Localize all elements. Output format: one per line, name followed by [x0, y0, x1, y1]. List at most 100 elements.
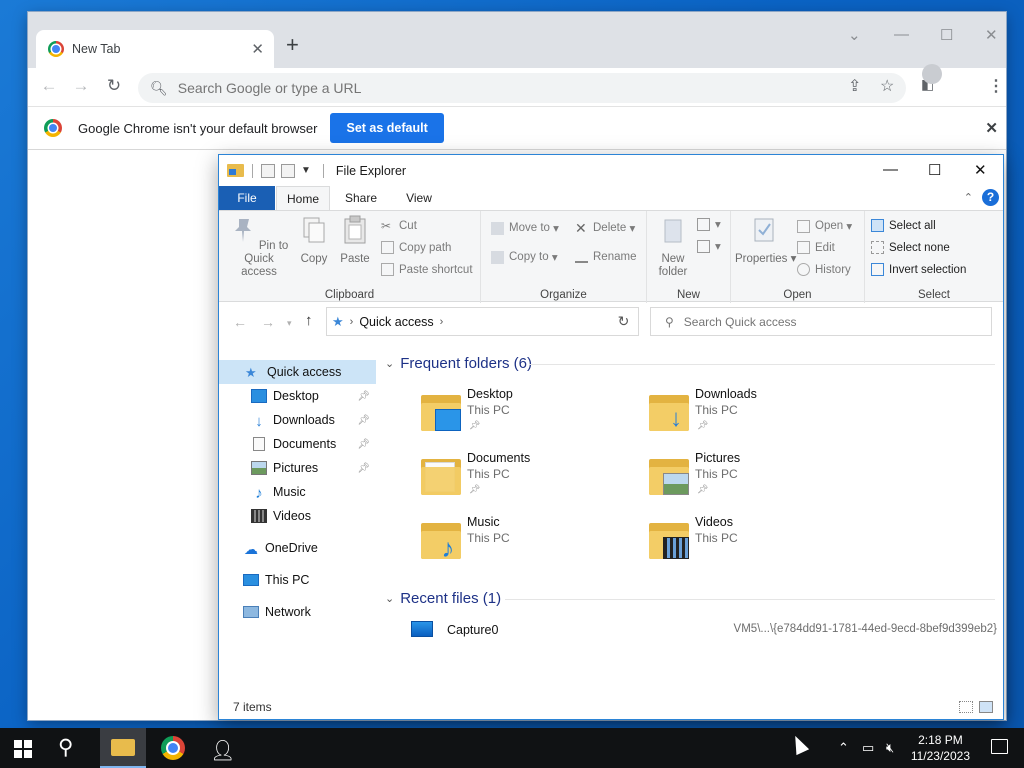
nav-item-pictures[interactable]: Pictures 📌︎: [219, 456, 376, 480]
new-tab-button[interactable]: +: [286, 34, 299, 56]
copy-path-button[interactable]: Copy path: [381, 241, 451, 254]
bookmark-star-icon[interactable]: ☆: [880, 76, 894, 96]
volume-muted-icon[interactable]: 🔇︎: [886, 740, 894, 756]
nav-item-this-pc[interactable]: This PC: [219, 568, 376, 592]
properties-button[interactable]: Properties ▾: [735, 215, 796, 266]
minimize-button[interactable]: —: [894, 26, 909, 43]
tab-home[interactable]: Home: [276, 186, 330, 210]
easy-access-button[interactable]: ▾: [697, 239, 721, 253]
reload-icon[interactable]: ↻: [103, 76, 125, 96]
notification-center-icon[interactable]: [991, 739, 1008, 754]
breadcrumb-quick-access[interactable]: Quick access: [359, 315, 433, 329]
search-icon[interactable]: ⚲: [58, 735, 73, 760]
nav-item-quick-access[interactable]: ★ Quick access: [219, 360, 376, 384]
qat-new-folder-icon[interactable]: [281, 163, 295, 178]
taskbar-chrome[interactable]: [150, 728, 196, 768]
nav-item-downloads[interactable]: ↓ Downloads 📌︎: [219, 408, 376, 432]
pin-to-quick-access-button[interactable]: Pin to Quick access: [225, 215, 293, 279]
chrome-tab-new-tab[interactable]: New Tab ✕: [36, 30, 274, 68]
close-window-button[interactable]: ✕: [985, 26, 998, 44]
back-arrow-icon[interactable]: ←: [38, 76, 60, 96]
recent-file-row[interactable]: Capture0 VM5\...\{e784dd91-1781-44ed-9ec…: [411, 619, 1001, 641]
omnibox[interactable]: 🔍︎: [138, 73, 906, 103]
show-hidden-icons-chevron-icon[interactable]: ⌃: [838, 740, 849, 756]
recent-locations-chevron-icon[interactable]: ▾: [287, 318, 292, 329]
recent-files-title: Recent files (1): [400, 590, 502, 607]
nav-item-music[interactable]: ♪ Music: [219, 480, 376, 504]
qat-customize-chevron-icon[interactable]: ▼: [301, 165, 311, 176]
profile-avatar-icon[interactable]: [922, 64, 942, 84]
network-tray-icon[interactable]: ▭: [862, 740, 874, 756]
search-box[interactable]: ⚲: [650, 307, 992, 336]
taskbar-clock[interactable]: 2:18 PM 11/23/2023: [911, 732, 970, 764]
select-none-icon: [871, 241, 884, 254]
recent-files-header[interactable]: ⌄ Recent files (1): [385, 590, 501, 607]
explorer-minimize-button[interactable]: —: [883, 161, 898, 178]
copy-path-label: Copy path: [399, 241, 452, 254]
taskbar-people-app[interactable]: 👤︎: [198, 728, 244, 768]
menu-kebab-icon[interactable]: ⋮: [988, 76, 1004, 96]
back-arrow-icon[interactable]: ←: [233, 314, 247, 330]
ribbon-collapse-chevron-icon[interactable]: ⌃: [964, 191, 973, 204]
details-view-icon[interactable]: [959, 701, 973, 713]
share-icon[interactable]: ⇪: [848, 76, 861, 96]
invert-selection-button[interactable]: Invert selection: [871, 263, 966, 276]
nav-item-documents[interactable]: Documents 📌︎: [219, 432, 376, 456]
frequent-folders-header[interactable]: ⌄ Frequent folders (6): [385, 355, 532, 372]
new-item-button[interactable]: ▾: [697, 217, 721, 231]
select-all-button[interactable]: Select all: [871, 219, 936, 232]
refresh-button[interactable]: ↻: [609, 307, 639, 336]
default-browser-infobar: Google Chrome isn't your default browser…: [28, 106, 1006, 150]
download-arrow-icon: ↓: [255, 413, 263, 430]
large-icons-view-icon[interactable]: [979, 701, 993, 713]
qat-properties-icon[interactable]: [261, 163, 275, 178]
nav-item-network[interactable]: Network: [219, 600, 376, 624]
paste-shortcut-button[interactable]: Paste shortcut: [381, 263, 473, 276]
paste-button[interactable]: Paste: [337, 215, 373, 266]
nav-item-videos[interactable]: Videos: [219, 504, 376, 528]
rename-button[interactable]: Rename: [575, 250, 636, 263]
select-none-button[interactable]: Select none: [871, 241, 950, 254]
breadcrumb-chevron-icon[interactable]: ›: [440, 316, 444, 328]
nav-item-onedrive[interactable]: ☁ OneDrive: [219, 536, 376, 560]
address-bar[interactable]: ★ › Quick access › ⌄: [326, 307, 636, 336]
forward-arrow-icon[interactable]: →: [70, 76, 92, 96]
up-arrow-icon[interactable]: ↑: [305, 312, 313, 329]
history-button[interactable]: History: [797, 263, 851, 276]
open-button[interactable]: Open ▾: [797, 219, 852, 233]
infobar-close-icon[interactable]: ✕: [985, 119, 998, 137]
omnibox-input[interactable]: [177, 80, 778, 96]
copy-button[interactable]: Copy: [297, 215, 331, 266]
new-folder-button[interactable]: New folder: [651, 215, 695, 279]
folder-tile-music[interactable]: ♪ Music This PC: [421, 515, 641, 571]
content-pane: ⌄ Frequent folders (6) Desktop This PC 📌…: [379, 351, 1003, 701]
delete-button[interactable]: ✕ Delete ▾: [575, 221, 635, 236]
copy-to-button[interactable]: Copy to ▾: [491, 250, 558, 264]
explorer-maximize-button[interactable]: ☐: [928, 161, 941, 179]
forward-arrow-icon[interactable]: →: [261, 314, 275, 330]
search-input[interactable]: [683, 314, 964, 329]
tab-file[interactable]: File: [219, 186, 275, 210]
frequent-folders-title: Frequent folders (6): [400, 355, 532, 372]
file-explorer-window: ▼ File Explorer — ☐ ✕ File Home Share Vi…: [218, 154, 1004, 720]
folder-tile-videos[interactable]: Videos This PC: [649, 515, 869, 571]
tab-share[interactable]: Share: [337, 186, 385, 210]
tab-search-chevron-icon[interactable]: ⌄: [848, 26, 861, 44]
nav-item-desktop[interactable]: Desktop 📌︎: [219, 384, 376, 408]
folder-tile-pictures[interactable]: Pictures This PC 📌︎: [649, 451, 869, 507]
tab-view[interactable]: View: [395, 186, 443, 210]
taskbar-file-explorer[interactable]: [100, 728, 146, 768]
start-windows-icon[interactable]: [14, 740, 32, 758]
explorer-close-button[interactable]: ✕: [974, 161, 987, 179]
move-to-button[interactable]: Move to ▾: [491, 221, 559, 235]
help-icon[interactable]: ?: [982, 189, 999, 206]
cut-button[interactable]: ✂ Cut: [381, 219, 417, 233]
set-as-default-button[interactable]: Set as default: [330, 113, 444, 143]
folder-tile-downloads[interactable]: ↓ Downloads This PC 📌︎: [649, 387, 869, 443]
edit-button[interactable]: Edit: [797, 241, 835, 254]
copy-to-label: Copy to: [509, 251, 549, 263]
folder-tile-documents[interactable]: Documents This PC 📌︎: [421, 451, 641, 507]
tab-close-icon[interactable]: ✕: [251, 40, 264, 58]
maximize-button[interactable]: ☐: [940, 26, 953, 44]
folder-tile-desktop[interactable]: Desktop This PC 📌︎: [421, 387, 641, 443]
